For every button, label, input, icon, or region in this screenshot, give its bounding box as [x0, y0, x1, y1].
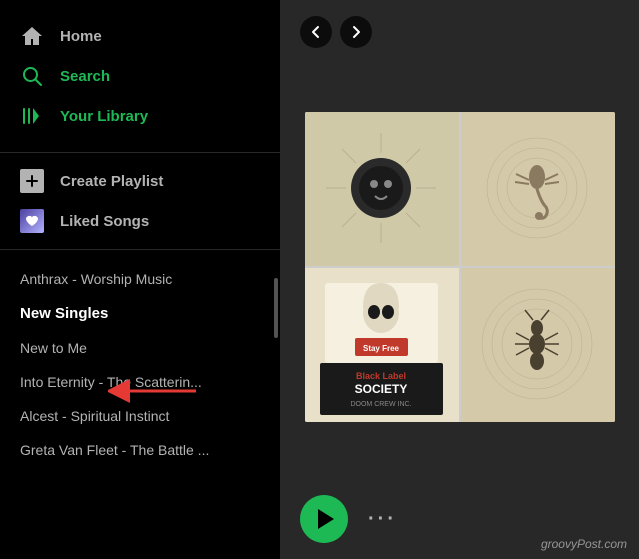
search-icon [20, 64, 44, 88]
album-art-area: Stay Free Black Label SOCIETY DOOM CREW … [280, 64, 639, 479]
sidebar-item-home[interactable]: Home [0, 16, 280, 56]
list-item[interactable]: Into Eternity - The Scatterin... [0, 365, 280, 399]
nav-section: Home Search Your Library [0, 0, 280, 144]
play-button[interactable] [300, 495, 348, 543]
watermark: groovyPost.com [541, 537, 627, 551]
liked-songs-label: Liked Songs [60, 213, 149, 230]
top-controls [280, 0, 639, 64]
album-cell-4 [461, 268, 615, 422]
sidebar-home-label: Home [60, 28, 102, 45]
play-icon [318, 509, 334, 529]
sidebar-search-label: Search [60, 68, 110, 85]
playlist-divider [0, 249, 280, 250]
sidebar-library-label: Your Library [60, 108, 148, 125]
album-cell-1 [305, 112, 459, 266]
list-item[interactable]: New Singles [0, 296, 280, 331]
scrollbar-thumb[interactable] [274, 278, 278, 338]
liked-songs-item[interactable]: Liked Songs [0, 201, 280, 241]
back-button[interactable] [300, 16, 332, 48]
home-icon [20, 24, 44, 48]
main-content: Stay Free Black Label SOCIETY DOOM CREW … [280, 0, 639, 559]
sidebar: Home Search Your Library [0, 0, 280, 559]
sidebar-item-library[interactable]: Your Library [0, 96, 280, 136]
playlist-list: Anthrax - Worship Music New Singles New … [0, 258, 280, 471]
album-cell-3: Stay Free Black Label SOCIETY DOOM CREW … [305, 268, 459, 422]
create-playlist-item[interactable]: Create Playlist [0, 161, 280, 201]
create-playlist-label: Create Playlist [60, 173, 163, 190]
svg-text:DOOM CREW INC.: DOOM CREW INC. [350, 401, 411, 408]
list-item[interactable]: Alcest - Spiritual Instinct [0, 399, 280, 433]
playlist-section: Anthrax - Worship Music New Singles New … [0, 258, 280, 559]
scrollbar-track [274, 258, 278, 559]
album-grid: Stay Free Black Label SOCIETY DOOM CREW … [305, 112, 615, 422]
list-item[interactable]: Greta Van Fleet - The Battle ... [0, 433, 280, 467]
nav-divider [0, 152, 280, 153]
list-item[interactable]: New to Me [0, 331, 280, 365]
svg-text:Stay Free: Stay Free [363, 344, 400, 353]
sidebar-item-search[interactable]: Search [0, 56, 280, 96]
forward-button[interactable] [340, 16, 372, 48]
library-icon [20, 104, 44, 128]
album-cell-2 [461, 112, 615, 266]
list-item[interactable]: Anthrax - Worship Music [0, 262, 280, 296]
svg-text:SOCIETY: SOCIETY [355, 382, 408, 396]
liked-songs-icon [20, 209, 44, 233]
more-options-button[interactable]: ··· [368, 508, 397, 531]
svg-text:Black Label: Black Label [356, 371, 406, 381]
create-playlist-icon [20, 169, 44, 193]
